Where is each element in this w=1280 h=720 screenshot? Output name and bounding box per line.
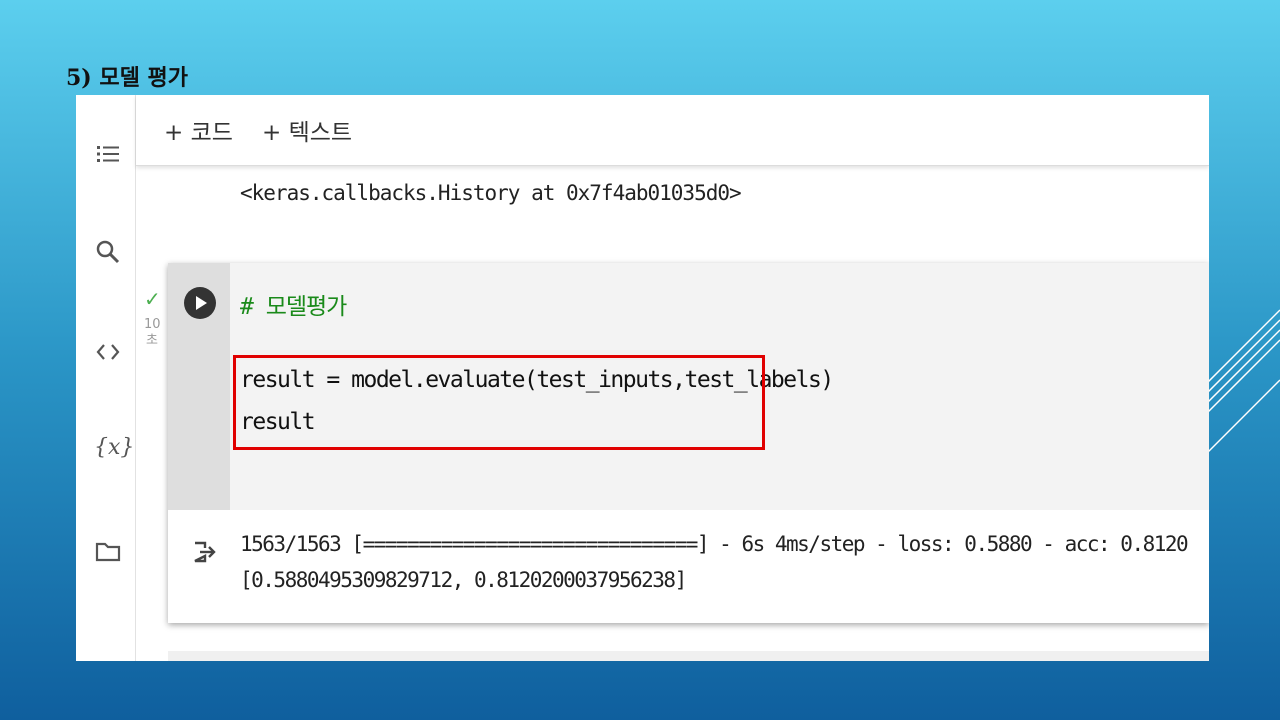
output-line: 1563/1563 [=============================… bbox=[240, 532, 1189, 556]
execution-status-icon: ✓ bbox=[144, 287, 161, 311]
next-cell[interactable] bbox=[168, 651, 1209, 661]
highlight-box bbox=[233, 355, 765, 450]
output-action-icon[interactable] bbox=[188, 537, 218, 567]
code-snippets-icon[interactable] bbox=[94, 338, 122, 366]
slide-title: 5) 모델 평가 bbox=[66, 65, 188, 91]
add-code-button[interactable]: + 코드 bbox=[164, 113, 233, 147]
add-text-button[interactable]: + 텍스트 bbox=[262, 113, 352, 147]
sidebar: {x} bbox=[76, 95, 136, 661]
toolbar: + 코드 + 텍스트 bbox=[136, 95, 1209, 166]
files-icon[interactable] bbox=[94, 537, 122, 565]
code-comment: # 모델평가 bbox=[240, 294, 347, 320]
previous-cell-output: <keras.callbacks.History at 0x7f4ab01035… bbox=[240, 181, 742, 205]
table-of-contents-icon[interactable] bbox=[94, 140, 122, 168]
cell-gutter bbox=[168, 263, 230, 510]
search-icon[interactable] bbox=[94, 238, 122, 266]
run-cell-button[interactable] bbox=[184, 287, 216, 319]
output-line: [0.5880495309829712, 0.8120200037956238] bbox=[240, 568, 687, 592]
variables-icon[interactable]: {x} bbox=[94, 435, 134, 463]
execution-time: 10 초 bbox=[144, 317, 161, 348]
colab-window: {x} + 코드 + 텍스트 <keras.callbacks.History … bbox=[76, 95, 1209, 661]
